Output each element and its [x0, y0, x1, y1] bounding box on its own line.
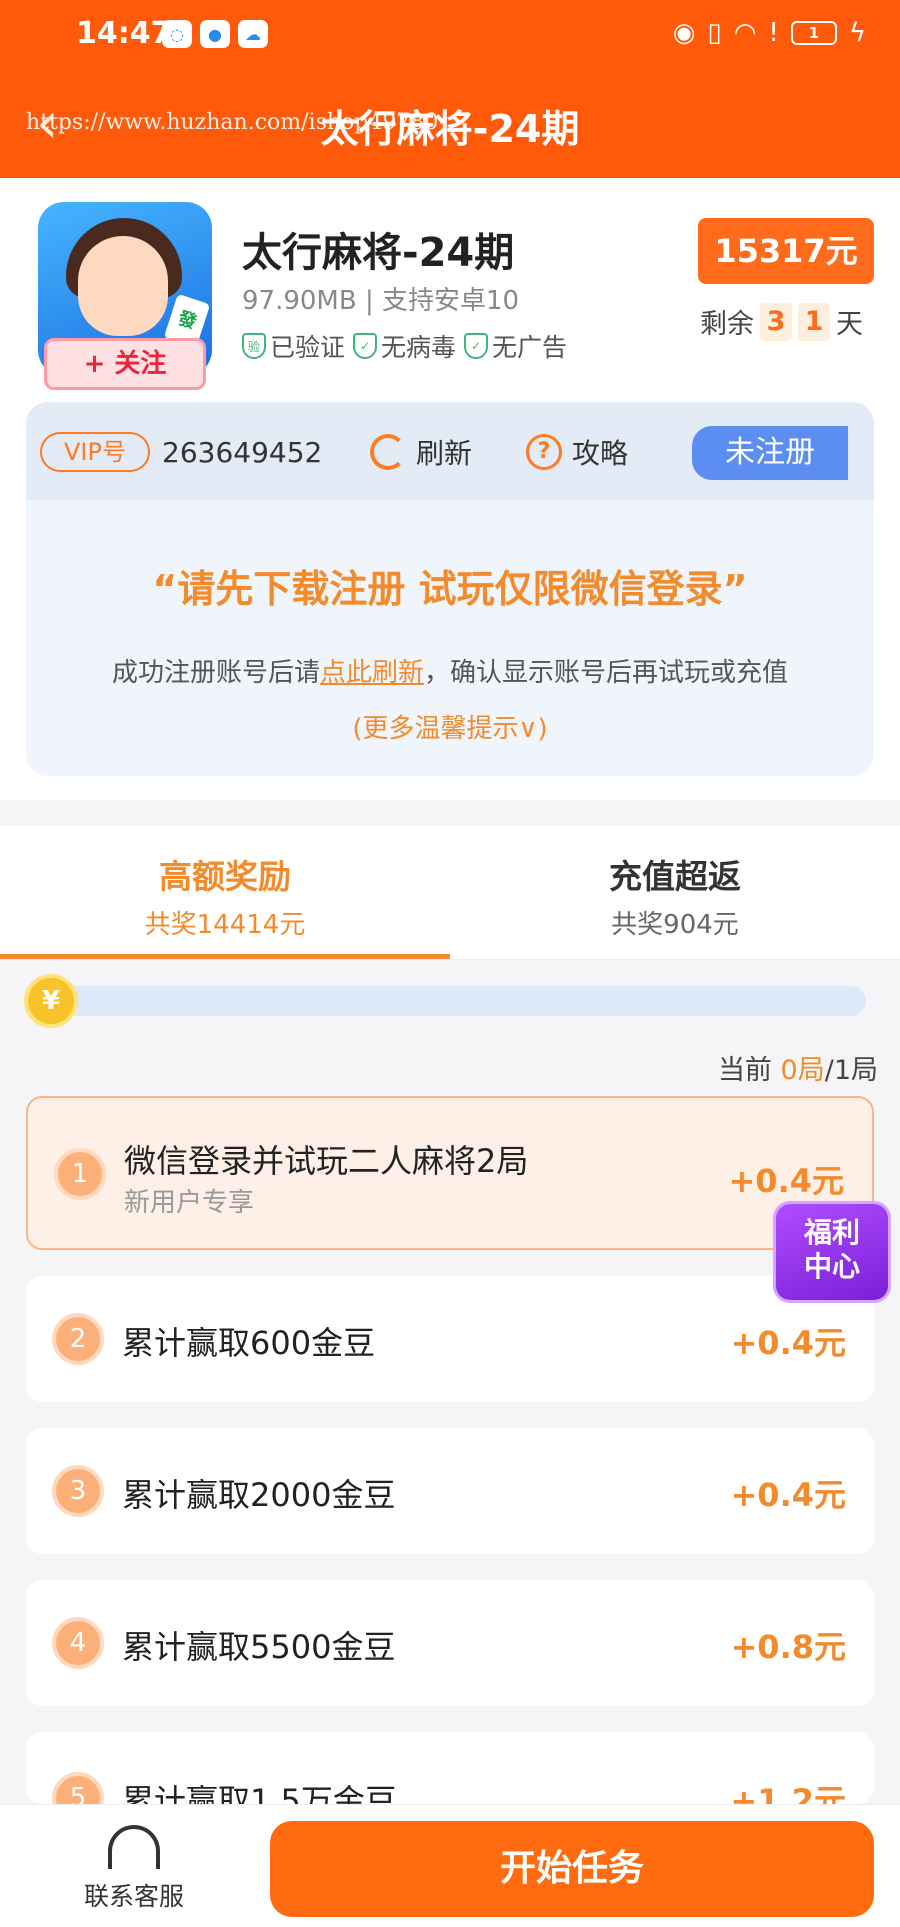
active-tab-indicator [0, 954, 450, 959]
app-info-card: 發 + 关注 太行麻将-24期 97.90MB | 支持安卓10 验已验证 ✓ 无… [0, 178, 900, 400]
app-name: 太行麻将-24期 [242, 230, 515, 276]
task-reward: +1.2元 [730, 1782, 846, 1804]
task-number: 2 [52, 1313, 104, 1365]
bottom-bar: 联系客服 开始任务 [0, 1804, 900, 1927]
registration-status-badge[interactable]: 未注册 [692, 426, 848, 480]
remaining-label: 剩余 [700, 309, 754, 340]
status-time: 14:47 [76, 16, 172, 51]
bird-notification-icon: ● [200, 20, 230, 48]
task-name: 累计赢取5500金豆 [122, 1628, 396, 1666]
alert-icon: ! [768, 18, 779, 48]
app-meta: 97.90MB | 支持安卓10 [242, 286, 520, 316]
check-shield-icon: ✓ [464, 333, 489, 359]
check-shield-icon: ✓ [353, 333, 378, 359]
vip-tag: VIP号 [40, 432, 150, 472]
follow-button[interactable]: + 关注 [44, 338, 206, 390]
task-name: 微信登录并试玩二人麻将2局 [124, 1142, 529, 1180]
headset-icon [108, 1825, 160, 1869]
task-reward: +0.4元 [728, 1162, 844, 1200]
question-icon: ? [526, 434, 562, 470]
more-tips-toggle[interactable]: (更多温馨提示∨) [26, 708, 874, 745]
task-reward: +0.8元 [730, 1628, 846, 1666]
start-task-button[interactable]: 开始任务 [270, 1821, 874, 1917]
price-badge: 15317元 [698, 218, 874, 284]
task-name: 累计赢取600金豆 [122, 1324, 376, 1362]
app-tags: 验已验证 ✓ 无病毒 ✓ 无广告 [242, 328, 567, 364]
vip-section: VIP号 263649452 刷新 ? 攻略 未注册 “请先下载注册 试玩仅限微… [0, 400, 900, 800]
status-bar: 14:47 ◌ ● ☁ ◉ ▯ ◠ ! 1 ϟ [0, 0, 900, 70]
progress-bar [26, 986, 866, 1016]
task-item[interactable]: 2 累计赢取600金豆 +0.4元 [26, 1276, 874, 1402]
welfare-center-button[interactable]: 福利 中心 [776, 1204, 888, 1300]
task-item[interactable]: 3 累计赢取2000金豆 +0.4元 [26, 1428, 874, 1554]
refresh-button[interactable]: 刷新 [370, 432, 472, 472]
refresh-link[interactable]: 点此刷新 [320, 658, 424, 688]
task-reward: +0.4元 [730, 1324, 846, 1362]
virus-free-tag: ✓ 无病毒 [353, 328, 456, 364]
system-icons: ◉ ▯ ◠ ! 1 ϟ [673, 18, 866, 48]
vip-number: 263649452 [162, 436, 323, 469]
charging-icon: ϟ [848, 18, 866, 48]
refresh-icon [370, 434, 406, 470]
eye-icon: ◉ [672, 18, 696, 48]
guide-button[interactable]: ? 攻略 [526, 432, 628, 472]
reward-tabs: 高额奖励 共奖14414元 充值超返 共奖904元 [0, 826, 900, 960]
watermark-text: https://www.huzhan.com/ishop49780 [26, 110, 439, 135]
task-number: 3 [52, 1465, 104, 1517]
coin-icon: ¥ [24, 974, 78, 1028]
battery-icon: 1 [790, 21, 837, 45]
wifi-icon: ◠ [733, 18, 757, 48]
task-item[interactable]: 4 累计赢取5500金豆 +0.8元 [26, 1580, 874, 1706]
progress-counter: 当前 0局/1局 [717, 1055, 878, 1086]
top-header: 14:47 ◌ ● ☁ ◉ ▯ ◠ ! 1 ϟ ‹ 太行麻将-24期 https… [0, 0, 900, 178]
notification-icons: ◌ ● ☁ [162, 20, 268, 48]
task-subtitle: 新用户专享 [124, 1188, 255, 1218]
task-name: 累计赢取2000金豆 [122, 1476, 396, 1514]
task-item[interactable]: 5 累计赢取1.5万金豆 +1.2元 [26, 1732, 874, 1804]
chat-notification-icon: ◌ [162, 20, 192, 48]
remaining-days: 剩余 3 1 天 [700, 302, 863, 341]
task-number: 5 [52, 1772, 104, 1804]
ad-free-tag: ✓ 无广告 [464, 328, 567, 364]
vip-card: VIP号 263649452 刷新 ? 攻略 未注册 “请先下载注册 试玩仅限微… [26, 402, 874, 776]
notice-text: 成功注册账号后请点此刷新，确认显示账号后再试玩或充值 [111, 658, 789, 688]
remaining-unit: 天 [836, 309, 863, 340]
customer-service-button[interactable]: 联系客服 [74, 1825, 194, 1913]
cloud-notification-icon: ☁ [238, 20, 268, 48]
vibrate-icon: ▯ [707, 18, 722, 48]
task-number: 4 [52, 1617, 104, 1669]
task-number: 1 [54, 1148, 106, 1200]
task-name: 累计赢取1.5万金豆 [122, 1782, 397, 1804]
notice-title: “请先下载注册 试玩仅限微信登录” [152, 567, 748, 611]
tab-high-reward[interactable]: 高额奖励 共奖14414元 [0, 850, 450, 941]
tab-recharge-return[interactable]: 充值超返 共奖904元 [450, 850, 900, 941]
verified-shield-icon: 验 [242, 333, 266, 359]
task-reward: +0.4元 [730, 1476, 846, 1514]
verified-tag: 验已验证 [242, 328, 345, 364]
remaining-digit: 1 [798, 302, 830, 341]
remaining-digit: 3 [760, 302, 792, 341]
app-icon-face [78, 236, 168, 336]
vip-row: VIP号 263649452 刷新 ? 攻略 未注册 [26, 402, 874, 500]
task-item[interactable]: 1 微信登录并试玩二人麻将2局 新用户专享 +0.4元 [26, 1096, 874, 1250]
